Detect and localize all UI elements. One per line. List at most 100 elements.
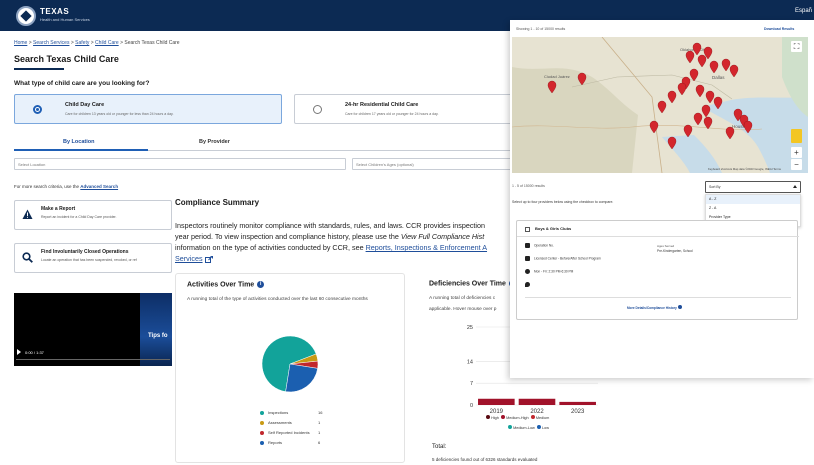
legend-reports: Reports 6: [260, 440, 320, 445]
activities-pie-chart: [261, 335, 319, 393]
map-attribution: Keyboard shortcuts Map data ©2023 Google…: [708, 167, 782, 171]
total-label: Total:: [432, 444, 447, 450]
tab-by-provider[interactable]: By Provider: [199, 139, 230, 145]
title-underline: [14, 68, 64, 70]
y-tick-label: 7: [470, 381, 473, 387]
video-frame: [140, 293, 172, 366]
card-title: Find Involuntarily Closed Operations: [41, 249, 129, 255]
more-details-link[interactable]: More Details/Compliance History: [627, 305, 682, 310]
compare-note: Select up to four providers below using …: [512, 200, 614, 204]
reports-inspections-link[interactable]: Reports, Inspections & Enforcement A: [366, 243, 487, 252]
activities-description: A running total of the type of activitie…: [187, 297, 368, 302]
breadcrumb-safety[interactable]: Safety: [75, 40, 89, 46]
external-link-icon[interactable]: [204, 255, 213, 263]
care-type-description: Care for children 13 years old or younge…: [65, 112, 174, 116]
video-progress-bar[interactable]: [16, 359, 170, 360]
y-tick-label: 25: [467, 325, 473, 331]
legend-inspections: Inspections 16: [260, 410, 322, 415]
play-icon[interactable]: [17, 349, 21, 355]
advanced-search-link[interactable]: Advanced Search: [80, 184, 118, 189]
card-title: Make a Report: [41, 206, 76, 212]
legend-assessments: Assessments 1: [260, 420, 320, 425]
id-card-icon: [525, 243, 530, 248]
deficiencies-title: Deficiencies Over Timei: [429, 280, 516, 287]
bar-2019[interactable]: [478, 398, 515, 405]
info-icon[interactable]: i: [257, 281, 265, 288]
breadcrumb-home[interactable]: Home: [14, 40, 27, 46]
card-divider: [517, 236, 799, 237]
map-canvas: Ciudad Juárez Oklahoma City Dallas Houst…: [512, 37, 808, 173]
map-label-dallas: Dallas: [712, 75, 725, 80]
ages-served: Pre-Kindergarten, School: [657, 249, 693, 253]
video-caption: Tips fo: [148, 333, 168, 339]
ages-served-label: Ages Served: [657, 244, 675, 248]
tab-by-location[interactable]: By Location: [63, 139, 94, 145]
logo-subtitle: Health and Human Services: [40, 17, 90, 22]
deficiencies-legend: High Medium-High Medium: [486, 415, 549, 420]
search-icon: [22, 252, 33, 263]
total-deficiencies: 5 deficiencies found out of 6326 standar…: [432, 457, 538, 462]
services-link[interactable]: Services: [175, 254, 203, 263]
provider-name[interactable]: Boys & Girls Clubs: [535, 226, 571, 231]
care-type-title: Child Day Care: [65, 102, 105, 108]
arrow-circle-icon: [677, 305, 682, 309]
y-tick-label: 0: [470, 403, 473, 409]
provider-card: Boys & Girls Clubs Operation No. License…: [516, 220, 799, 320]
video-time: 0:00 / 1:37: [25, 350, 44, 355]
home-icon: [525, 256, 530, 261]
provider-location: [525, 282, 534, 287]
language-link[interactable]: Españ: [795, 8, 812, 14]
compare-checkbox[interactable]: [525, 227, 530, 232]
video-player[interactable]: Tips fo 0:00 / 1:37: [14, 293, 172, 366]
zoom-out-button[interactable]: −: [791, 159, 802, 170]
page-title: Search Texas Child Care: [14, 54, 119, 64]
breadcrumb-child-care[interactable]: Child Care: [95, 40, 119, 46]
radio-selected-icon[interactable]: [33, 105, 42, 114]
legend-self-reported: Self Reported Incidents 1: [260, 430, 320, 435]
children-ages-select[interactable]: Select Children's Ages (optional): [352, 158, 514, 170]
warning-icon: [22, 209, 33, 219]
logo-title[interactable]: TEXAS: [40, 7, 69, 16]
pie-slice-reports[interactable]: [285, 363, 318, 393]
care-type-description: Care for children 17 years old or younge…: [345, 112, 439, 116]
results-count: Showing 1 - 10 of 15000 results: [516, 27, 566, 31]
provider-type: Licensed Center - Before/After School Pr…: [525, 256, 601, 261]
sort-by-select[interactable]: Sort By: [705, 181, 801, 193]
make-report-card[interactable]: Make a Report Report an incident for a C…: [14, 200, 172, 230]
download-results-button[interactable]: Download Results: [764, 27, 794, 31]
location-input[interactable]: Select Location: [14, 158, 346, 170]
chevron-up-icon: [793, 185, 797, 188]
tab-divider: [148, 150, 514, 151]
compliance-title: Compliance Summary: [175, 198, 260, 207]
clock-icon: [525, 269, 530, 274]
bar-2023[interactable]: [559, 401, 596, 405]
activities-panel: Activities Over Time i A running total of…: [175, 273, 405, 463]
care-type-option-day-care[interactable]: Child Day Care Care for children 13 year…: [14, 94, 282, 124]
street-view-icon[interactable]: [791, 129, 802, 143]
provider-hours: Mon - Fri: 2:30 PM-6:30 PM: [525, 269, 573, 274]
closed-operations-card[interactable]: Find Involuntarily Closed Operations Loc…: [14, 243, 172, 273]
x-tick-label: 2023: [571, 409, 585, 415]
breadcrumb-search-services[interactable]: Search Services: [33, 40, 69, 46]
radio-unselected-icon[interactable]: [313, 105, 322, 114]
active-tab-indicator: [14, 149, 148, 151]
breadcrumb: Home > Search Services > Safety > Child …: [14, 40, 180, 46]
sort-option-a-z[interactable]: A - Z: [706, 195, 800, 204]
deficiencies-legend-row2: Medium-Low Low: [508, 425, 549, 430]
fullscreen-button[interactable]: ⛶: [791, 41, 802, 52]
zoom-in-button[interactable]: +: [791, 147, 802, 158]
location-pin-icon: [525, 282, 530, 287]
results-count-list: 1 - 5 of 15000 results: [512, 184, 545, 188]
sort-option-z-a[interactable]: Z - A: [706, 204, 800, 213]
care-type-question: What type of child care are you looking …: [14, 80, 150, 87]
bar-2022[interactable]: [518, 398, 556, 405]
results-panel: Showing 1 - 10 of 15000 results Download…: [510, 20, 814, 378]
care-type-option-residential[interactable]: 24-hr Residential Child Care Care for ch…: [294, 94, 514, 124]
y-tick-label: 14: [467, 359, 473, 365]
card-description: Report an incident for a Child Day Care …: [41, 215, 117, 219]
results-map[interactable]: Ciudad Juárez Oklahoma City Dallas Houst…: [512, 37, 808, 173]
map-label-juarez: Ciudad Juárez: [544, 74, 570, 79]
card-description: Locate an operation that has been suspen…: [41, 258, 137, 262]
operation-number: Operation No.: [525, 243, 554, 248]
texas-seal-icon[interactable]: [16, 6, 36, 26]
